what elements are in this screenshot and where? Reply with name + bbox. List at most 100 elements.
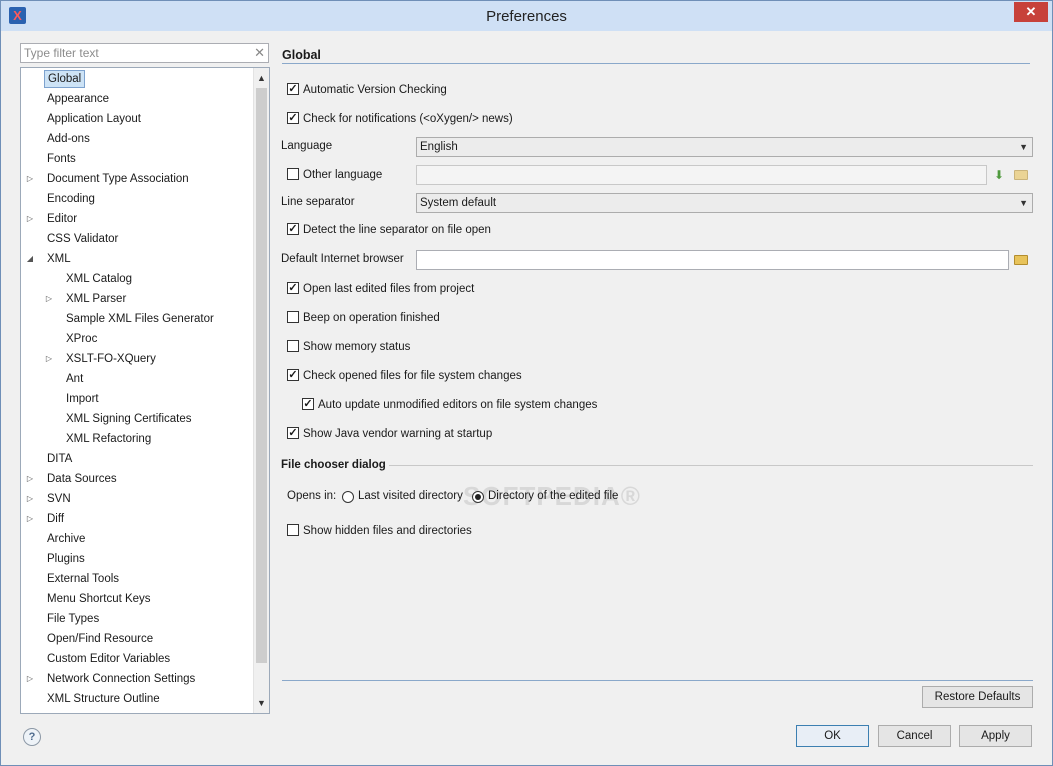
expand-arrow-icon[interactable]: ▷ (44, 290, 54, 308)
tree-item[interactable]: XML Structure Outline (21, 690, 253, 708)
checkbox-box[interactable]: ✓ (287, 282, 299, 294)
tree-item-label: XML Structure Outline (47, 693, 160, 705)
checkbox-box[interactable] (287, 311, 299, 323)
clear-filter-icon[interactable]: ✕ (254, 45, 265, 61)
tree-item[interactable]: External Tools (21, 570, 253, 588)
tree-item[interactable]: Add-ons (21, 130, 253, 148)
scroll-up-icon[interactable]: ▲ (254, 70, 269, 86)
language-select[interactable]: English ▼ (416, 137, 1033, 157)
tree-item[interactable]: DITA (21, 450, 253, 468)
tree-item[interactable]: Sample XML Files Generator (21, 310, 253, 328)
checkbox-box[interactable]: ✓ (287, 427, 299, 439)
tree-item[interactable]: ▷ Network Connection Settings (21, 670, 253, 688)
check-changes-label: Check opened files for file system chang… (303, 370, 522, 382)
expand-arrow-icon[interactable]: ▷ (25, 470, 35, 488)
tree-item[interactable]: ▷ Document Type Association (21, 170, 253, 188)
tree-item-label: Appearance (47, 93, 110, 105)
expand-arrow-icon[interactable]: ▷ (25, 670, 35, 688)
tree-item[interactable]: Encoding (21, 190, 253, 208)
filter-box: ✕ (20, 43, 269, 63)
tree-item[interactable]: ◢ XML (21, 250, 253, 268)
radio-edited-file[interactable] (472, 491, 484, 503)
tree-item[interactable]: Application Layout (21, 110, 253, 128)
close-button[interactable]: ✕ (1014, 2, 1048, 22)
cancel-button[interactable]: Cancel (878, 725, 951, 747)
tree-item[interactable]: Import (21, 390, 253, 408)
line-separator-select[interactable]: System default ▼ (416, 193, 1033, 213)
tree-item[interactable]: ▷ SVN (21, 490, 253, 508)
tree-item-label: Custom Editor Variables (47, 653, 171, 665)
notifications-label: Check for notifications (<oXygen/> news) (303, 113, 513, 125)
tree-item[interactable]: Appearance (21, 90, 253, 108)
tree-item[interactable]: Ant (21, 370, 253, 388)
restore-defaults-button[interactable]: Restore Defaults (922, 686, 1033, 708)
tree-item[interactable]: ▷ Editor (21, 210, 253, 228)
tree-item-label: Data Sources (47, 473, 117, 485)
tree-item[interactable]: XML Signing Certificates (21, 410, 253, 428)
tree-item-label: XML Refactoring (66, 433, 152, 445)
scroll-down-icon[interactable]: ▼ (254, 695, 269, 711)
browser-field[interactable] (416, 250, 1009, 270)
checkbox-box[interactable] (287, 524, 299, 536)
folder-icon[interactable] (1013, 252, 1029, 268)
ok-button[interactable]: OK (796, 725, 869, 747)
last-visited-label: Last visited directory (358, 490, 463, 502)
expand-arrow-icon[interactable]: ▷ (25, 210, 35, 228)
tree-item-label: Fonts (47, 153, 76, 165)
download-icon[interactable]: ⬇ (991, 167, 1007, 183)
tree-item[interactable]: XProc (21, 330, 253, 348)
tree-item-label: XML Catalog (66, 273, 133, 285)
tree-item[interactable]: CSS Validator (21, 230, 253, 248)
tree-item[interactable]: Global (21, 70, 253, 88)
tree-item-label: Menu Shortcut Keys (47, 593, 151, 605)
tree-item[interactable]: ▷ Data Sources (21, 470, 253, 488)
tree-item-label: Application Layout (47, 113, 141, 125)
tree-item[interactable]: XML Catalog (21, 270, 253, 288)
preferences-tree: ▲ ▼ Global Appearance Application Layout Ad… (20, 67, 270, 714)
tree-item-label: XML (47, 253, 71, 265)
checkbox-box[interactable]: ✓ (287, 223, 299, 235)
checkbox-box[interactable]: ✓ (287, 369, 299, 381)
language-value: English (420, 141, 458, 153)
tree-item[interactable]: Fonts (21, 150, 253, 168)
tree-item[interactable]: Archive (21, 530, 253, 548)
tree-item[interactable]: ▷ XML Parser (21, 290, 253, 308)
checkbox-box[interactable] (287, 168, 299, 180)
tree-item[interactable]: ▷ Diff (21, 510, 253, 528)
tree-item[interactable]: Menu Shortcut Keys (21, 590, 253, 608)
checkbox-box[interactable]: ✓ (287, 112, 299, 124)
tree-item-label: CSS Validator (47, 233, 119, 245)
edited-file-label: Directory of the edited file (488, 490, 619, 502)
tree-item[interactable]: ▷ XSLT-FO-XQuery (21, 350, 253, 368)
tree-item[interactable]: Open/Find Resource (21, 630, 253, 648)
tree-item-label: Ant (66, 373, 84, 385)
other-language-field (416, 165, 987, 185)
expand-arrow-icon[interactable]: ▷ (44, 350, 54, 368)
expand-arrow-icon[interactable]: ▷ (25, 490, 35, 508)
checkbox-box[interactable]: ✓ (287, 83, 299, 95)
tree-item-label: XML Parser (66, 293, 127, 305)
tree-item-label: Archive (47, 533, 86, 545)
apply-button[interactable]: Apply (959, 725, 1032, 747)
checkbox-box[interactable]: ✓ (302, 398, 314, 410)
tree-item[interactable]: Custom Editor Variables (21, 650, 253, 668)
radio-last-visited[interactable] (342, 491, 354, 503)
tree-item-label: Import (66, 393, 99, 405)
tree-scrollbar[interactable]: ▲ ▼ (253, 68, 269, 713)
other-language-label: Other language (303, 169, 383, 181)
checkbox-box[interactable] (287, 340, 299, 352)
panel-title: Global (282, 48, 321, 62)
tree-item[interactable]: File Types (21, 610, 253, 628)
filter-input[interactable] (21, 44, 249, 62)
scroll-thumb[interactable] (256, 88, 267, 663)
folder-icon[interactable] (1013, 167, 1029, 183)
line-separator-value: System default (420, 197, 497, 209)
tree-item[interactable]: Plugins (21, 550, 253, 568)
language-label: Language (281, 140, 333, 152)
tree-item-label: Add-ons (47, 133, 90, 145)
help-icon[interactable]: ? (23, 728, 41, 746)
collapse-arrow-icon[interactable]: ◢ (25, 250, 35, 268)
expand-arrow-icon[interactable]: ▷ (25, 510, 35, 528)
expand-arrow-icon[interactable]: ▷ (25, 170, 35, 188)
tree-item[interactable]: XML Refactoring (21, 430, 253, 448)
